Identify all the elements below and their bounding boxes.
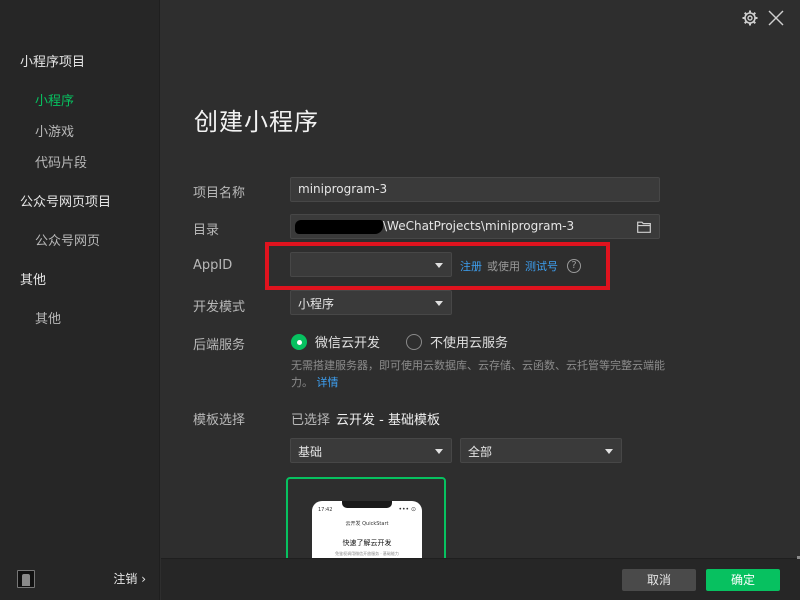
template-category-select[interactable]: 基础 [290,438,452,463]
template-type-value: 全部 [468,445,493,459]
chevron-down-icon [435,449,443,454]
directory-label: 目录 [193,223,220,238]
project-name-label: 项目名称 [193,186,246,201]
sidebar-footer: 注销 › [0,558,160,600]
template-selected-prefix: 已选择 [291,413,331,428]
appid-label: AppID [193,258,233,273]
project-name-input[interactable]: miniprogram-3 [290,177,660,202]
main-panel: 创建小程序 项目名称 miniprogram-3 目录 \WeChatProje… [161,0,800,600]
cancel-button[interactable]: 取消 [622,569,696,591]
backend-description: 无需搭建服务器，即可使用云数据库、云存储、云函数、云托管等完整云端能力。 详情 [291,357,671,391]
template-label: 模板选择 [193,413,246,428]
page-title: 创建小程序 [194,108,319,136]
phone-notch [342,501,392,508]
avatar[interactable] [17,570,35,588]
backend-description-text: 无需搭建服务器，即可使用云数据库、云存储、云函数、云托管等完整云端能力。 [291,359,665,389]
template-selected: 已选择 云开发 - 基础模板 [291,409,440,428]
confirm-button[interactable]: 确定 [706,569,780,591]
template-category-value: 基础 [298,445,323,459]
preview-capsule: ••• ⊙ [398,506,416,513]
sidebar-item-other[interactable]: 其他 [35,308,61,327]
folder-icon[interactable] [637,221,651,233]
sidebar-item-code-snippet[interactable]: 代码片段 [35,152,87,171]
backend-option-cloud-label: 微信云开发 [315,336,381,351]
preview-subtitle: 免鉴权调用微信开放服务 · 基础能力 [335,551,399,556]
sidebar-group-official-account: 公众号网页项目 [20,195,112,210]
devmode-select[interactable]: 小程序 [290,290,452,315]
logout-button[interactable]: 注销 › [113,570,146,587]
details-link[interactable]: 详情 [317,376,339,389]
radio-selected-icon[interactable] [291,333,307,350]
preview-heading: 快速了解云开发 [342,539,392,547]
backend-label: 后端服务 [193,338,246,353]
gear-icon[interactable] [742,10,758,26]
highlight-box [265,242,610,290]
template-selected-name: 云开发 - 基础模板 [336,413,440,428]
devmode-label: 开发模式 [193,300,246,315]
directory-path: \WeChatProjects\miniprogram-3 [383,219,575,233]
sidebar-group-other: 其他 [20,273,47,288]
sidebar-item-miniprogram[interactable]: 小程序 [35,90,74,109]
backend-option-none[interactable]: 不使用云服务 [406,332,508,351]
redacted-path [295,220,383,234]
devmode-value: 小程序 [298,297,335,311]
template-card-selected[interactable]: 17:42 ••• ⊙ 云开发 QuickStart 快速了解云开发 免鉴权调用… [286,477,446,567]
sidebar-item-official-web[interactable]: 公众号网页 [35,230,100,249]
radio-unselected-icon[interactable] [406,333,422,350]
backend-option-cloud[interactable]: 微信云开发 [291,332,380,351]
close-icon[interactable] [768,10,784,26]
chevron-down-icon [605,449,613,454]
sidebar-group-miniprogram: 小程序项目 [20,55,86,70]
template-type-select[interactable]: 全部 [460,438,622,463]
window-controls [742,10,784,26]
directory-input[interactable]: \WeChatProjects\miniprogram-3 [290,214,660,239]
sidebar: 小程序项目 小程序 小游戏 代码片段 公众号网页项目 公众号网页 其他 其他 注… [0,0,160,600]
chevron-down-icon [435,301,443,306]
preview-time: 17:42 [318,507,333,513]
dialog-footer: 取消 确定 [161,558,800,600]
sidebar-item-minigame[interactable]: 小游戏 [35,121,74,140]
backend-option-none-label: 不使用云服务 [430,336,509,351]
preview-nav-title: 云开发 QuickStart [345,521,389,527]
